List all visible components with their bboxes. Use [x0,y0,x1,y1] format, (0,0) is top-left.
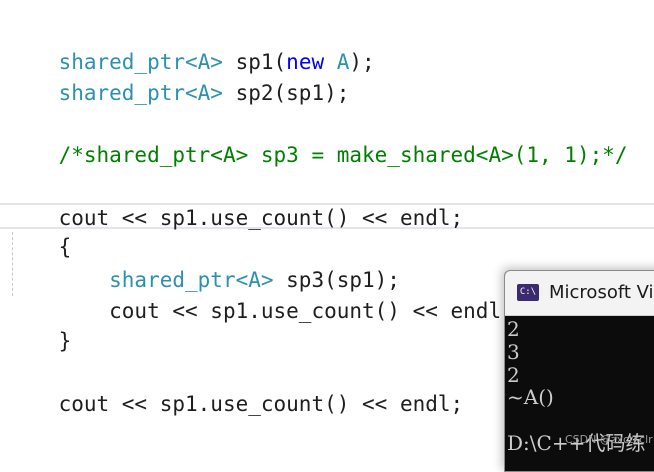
code-line-7[interactable]: { [8,201,72,259]
console-title: Microsoft Visu [549,282,654,303]
code-text: ); [349,50,375,74]
code-text: cout << sp1.use_count() << endl; [58,299,514,323]
code-line-12[interactable]: cout << sp1.use_count() << endl; [8,358,464,416]
code-line-9[interactable]: cout << sp1.use_count() << endl; [8,265,514,323]
type-token: shared_ptr<A> [58,81,223,105]
console-app-icon: C:\ [517,284,539,301]
code-line-10[interactable]: } [8,295,72,353]
console-output[interactable]: 2 3 2 ~A() D:\C++代码练 [505,317,654,471]
code-text: sp2(sp1); [222,81,350,105]
console-output-line: 2 [507,363,520,387]
code-line-4[interactable]: /*shared_ptr<A> sp3 = make_shared<A>(1, … [8,109,628,167]
code-text: cout << sp1.use_count() << endl; [58,206,464,230]
code-text: cout << sp1.use_count() << endl; [58,392,464,416]
code-line-1[interactable]: shared_ptr<A> sp1(new A); [8,16,375,74]
code-line-2[interactable]: shared_ptr<A> sp2(sp1); [8,47,350,105]
code-line-6[interactable]: cout << sp1.use_count() << endl; [8,172,464,230]
comment-token: /*shared_ptr<A> sp3 = make_shared<A>(1, … [58,143,628,167]
code-line-8[interactable]: shared_ptr<A> sp3(sp1); [8,234,400,292]
console-output-line: ~A() [507,385,554,409]
console-titlebar[interactable]: C:\ Microsoft Visu [505,271,654,316]
watermark: CSDN @zxctsclr [565,433,653,446]
console-output-line: 2 [507,317,520,341]
code-text: } [58,329,72,353]
console-output-line: 3 [507,340,520,364]
